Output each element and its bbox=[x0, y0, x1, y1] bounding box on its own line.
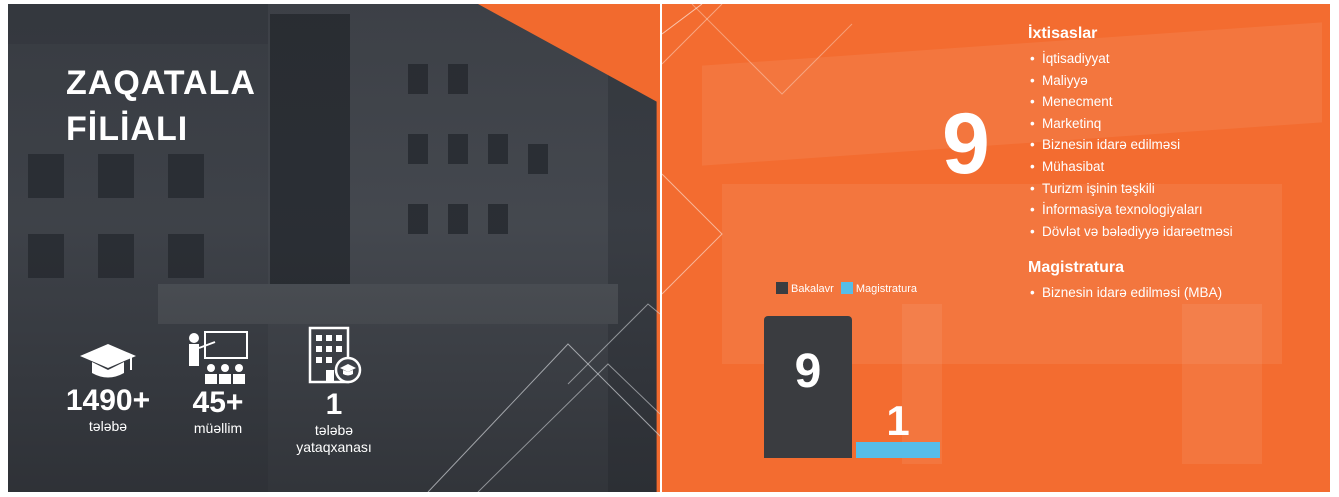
stat-students: 1490+ tələbə bbox=[58, 340, 158, 435]
legend-swatch-magistratura bbox=[840, 282, 853, 294]
list-item: İnformasiya texnologiyaları bbox=[1028, 199, 1233, 221]
stat-dormitory-label-line1: tələbə bbox=[314, 422, 354, 438]
teacher-icon bbox=[189, 331, 248, 384]
list-item: Mühasibat bbox=[1028, 156, 1233, 178]
branch-title-line1: ZAQATALA bbox=[66, 64, 256, 102]
list-item: Biznesin idarə edilməsi (MBA) bbox=[1028, 282, 1222, 304]
page: ZAQATALA FİLİALI 1490+ tələbə 45+ müəlli… bbox=[0, 0, 1339, 497]
branch-title-line2: FİLİALI bbox=[66, 110, 189, 148]
right-panel: 9 İxtisaslar İqtisadiyyat Maliyyə Menecm… bbox=[662, 4, 1330, 492]
specialties-heading: İxtisaslar bbox=[1028, 25, 1098, 42]
dormitory-building-icon bbox=[308, 326, 362, 384]
legend-item-bakalavr: Bakalavr bbox=[776, 282, 837, 295]
list-item: Biznesin idarə edilməsi bbox=[1028, 134, 1233, 156]
stat-students-value: 1490+ bbox=[65, 384, 151, 417]
magistratura-heading: Magistratura bbox=[1028, 259, 1125, 276]
list-item: Maliyyə bbox=[1028, 70, 1233, 92]
list-item: Marketinq bbox=[1028, 113, 1233, 135]
stat-dormitory-value: 1 bbox=[325, 388, 343, 421]
bar-label-magistratura: 1 bbox=[886, 397, 910, 444]
specialties-list: İqtisadiyyat Maliyyə Menecment Marketinq… bbox=[1028, 48, 1233, 242]
list-item: Dövlət və bələdiyyə idarəetməsi bbox=[1028, 221, 1233, 243]
stat-teachers-value: 45+ bbox=[192, 386, 244, 419]
graduation-cap-icon bbox=[80, 344, 136, 378]
stat-teachers: 45+ müəllim bbox=[178, 330, 258, 437]
legend-swatch-bakalavr bbox=[776, 282, 788, 294]
specialties-section: İxtisaslar İqtisadiyyat Maliyyə Menecmen… bbox=[1028, 24, 1233, 242]
magistratura-section: Magistratura Biznesin idarə edilməsi (MB… bbox=[1028, 258, 1222, 304]
left-panel: ZAQATALA FİLİALI 1490+ tələbə 45+ müəlli… bbox=[8, 4, 660, 492]
magistratura-list: Biznesin idarə edilməsi (MBA) bbox=[1028, 282, 1222, 304]
list-item: Turizm işinin təşkili bbox=[1028, 178, 1233, 200]
stat-students-label: tələbə bbox=[88, 418, 128, 434]
branch-title: ZAQATALA FİLİALI bbox=[66, 60, 256, 152]
list-item: Menecment bbox=[1028, 91, 1233, 113]
chart-legend: Bakalavr Magistratura bbox=[776, 282, 921, 296]
list-item: İqtisadiyyat bbox=[1028, 48, 1233, 70]
legend-item-magistratura: Magistratura bbox=[840, 282, 917, 295]
specialties-count: 9 bbox=[942, 96, 990, 192]
stat-dormitory: 1 tələbə yataqxanası bbox=[284, 326, 384, 456]
legend-label-bakalavr: Bakalavr bbox=[791, 283, 834, 295]
stat-teachers-label: müəllim bbox=[193, 420, 243, 436]
bar-label-bakalavr: 9 bbox=[794, 345, 822, 398]
legend-label-magistratura: Magistratura bbox=[855, 283, 917, 295]
bar-magistratura bbox=[856, 442, 940, 458]
stat-dormitory-label-line2: yataqxanası bbox=[296, 439, 372, 455]
